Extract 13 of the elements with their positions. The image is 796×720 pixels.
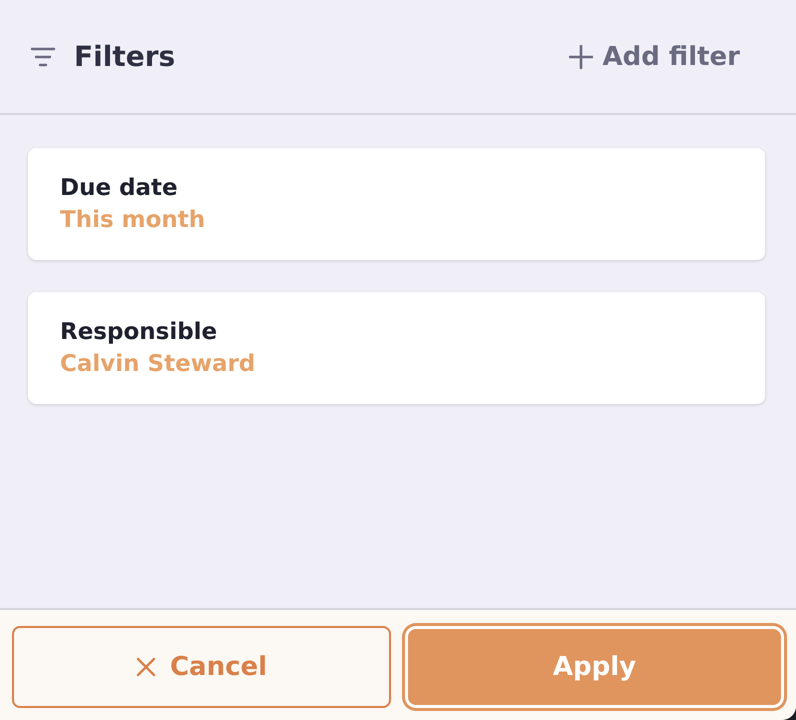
filter-label: Responsible — [60, 318, 218, 347]
filter-value: Calvin Steward — [60, 350, 256, 379]
filter-card[interactable]: Due date This month — [28, 148, 765, 260]
cancel-button[interactable]: Cancel — [12, 626, 391, 708]
filter-card[interactable]: Responsible Calvin Steward — [28, 292, 765, 404]
apply-button[interactable]: Apply — [408, 629, 781, 705]
panel-title: Filters — [74, 40, 176, 73]
filter-value: This month — [60, 206, 206, 235]
filter-icon — [30, 46, 56, 68]
filter-label: Due date — [60, 174, 179, 203]
add-filter-button[interactable]: Add filter — [568, 42, 740, 72]
close-icon — [136, 657, 156, 677]
plus-icon — [568, 44, 593, 68]
